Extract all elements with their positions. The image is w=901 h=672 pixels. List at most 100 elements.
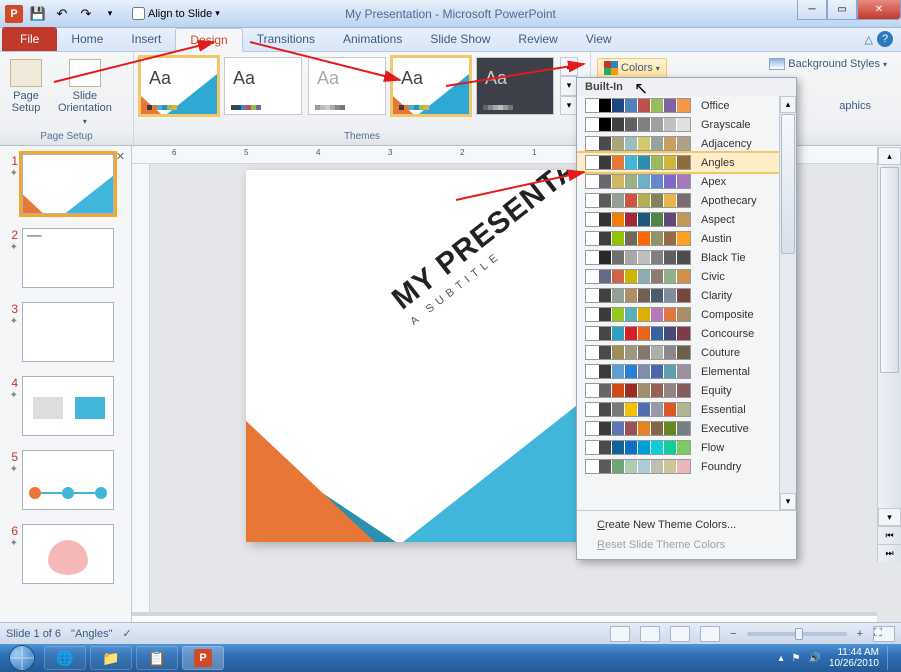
color-schemes-list: OfficeGrayscaleAdjacencyAnglesApexApothe… (577, 96, 796, 510)
zoom-in-button[interactable]: + (857, 628, 863, 640)
taskbar-app-4[interactable]: 📋 (136, 646, 178, 670)
normal-view-button[interactable] (610, 626, 630, 642)
align-checkbox-input[interactable] (132, 7, 145, 20)
color-scheme-angles[interactable]: Angles (577, 153, 796, 172)
colors-button[interactable]: Colors ▾ (597, 58, 667, 78)
animation-star-icon: ✦ (4, 464, 18, 475)
tab-insert[interactable]: Insert (117, 27, 175, 51)
redo-icon[interactable]: ↷ (76, 4, 96, 24)
start-button[interactable] (4, 644, 40, 672)
color-scheme-couture[interactable]: Couture (577, 343, 796, 362)
help-icon[interactable]: ? (877, 31, 893, 47)
color-scheme-adjacency[interactable]: Adjacency (577, 134, 796, 153)
create-new-theme-colors[interactable]: CCreate New Theme Colors...reate New The… (577, 515, 796, 535)
color-scheme-civic[interactable]: Civic (577, 267, 796, 286)
tab-view[interactable]: View (572, 27, 626, 51)
tab-transitions[interactable]: Transitions (243, 27, 329, 51)
tab-animations[interactable]: Animations (329, 27, 416, 51)
slide-thumb-image[interactable] (22, 524, 114, 584)
color-scheme-grayscale[interactable]: Grayscale (577, 115, 796, 134)
tab-slideshow[interactable]: Slide Show (416, 27, 504, 51)
slide-number: 3 (4, 302, 18, 316)
tray-show-hidden-icon[interactable]: ▴ (778, 653, 783, 664)
slide-thumb-image[interactable]: ━━━━ (22, 228, 114, 288)
colors-panel-scrollbar[interactable]: ▴ ▾ (779, 96, 796, 510)
theme-thumb-angles[interactable]: Aa (140, 57, 218, 115)
save-icon[interactable]: 💾 (28, 4, 48, 24)
color-scheme-aspect[interactable]: Aspect (577, 210, 796, 229)
maximize-button[interactable]: ▭ (827, 0, 857, 20)
next-slide-icon[interactable]: ⏭ (878, 544, 901, 562)
animation-star-icon: ✦ (4, 242, 18, 253)
colors-scroll-up-icon[interactable]: ▴ (780, 96, 796, 113)
theme-thumb-angles-hover[interactable]: Aa (392, 57, 470, 115)
tab-home[interactable]: Home (57, 27, 117, 51)
slide-thumbnail-5[interactable]: 5✦ (0, 442, 131, 516)
color-scheme-office[interactable]: Office (577, 96, 796, 115)
prev-slide-icon[interactable]: ⏮ (878, 526, 901, 544)
sorter-view-button[interactable] (640, 626, 660, 642)
theme-thumb-2[interactable]: Aa (224, 57, 302, 115)
zoom-handle[interactable] (795, 628, 803, 640)
color-scheme-equity[interactable]: Equity (577, 381, 796, 400)
slide-thumbnail-6[interactable]: 6✦ (0, 516, 131, 590)
tab-design[interactable]: Design (175, 28, 242, 52)
themes-scroll-up[interactable]: ▴ (560, 57, 578, 76)
slide-thumb-image[interactable] (22, 450, 114, 510)
color-scheme-apex[interactable]: Apex (577, 172, 796, 191)
align-to-slide-checkbox[interactable]: Align to Slide ▾ (132, 7, 220, 20)
slide-thumbnail-2[interactable]: 2✦ ━━━━ (0, 220, 131, 294)
tray-volume-icon[interactable]: 🔊 (808, 653, 820, 664)
taskbar-ie[interactable]: 🌐 (44, 646, 86, 670)
scroll-down-icon[interactable]: ▾ (878, 508, 901, 526)
ribbon-tabs: File Home Insert Design Transitions Anim… (0, 28, 901, 52)
slideshow-view-button[interactable] (700, 626, 720, 642)
fit-to-window-button[interactable]: ⛶ (873, 626, 895, 642)
close-button[interactable]: ✕ (857, 0, 901, 20)
slide-thumb-image[interactable] (22, 154, 114, 214)
reading-view-button[interactable] (670, 626, 690, 642)
color-scheme-austin[interactable]: Austin (577, 229, 796, 248)
color-scheme-elemental[interactable]: Elemental (577, 362, 796, 381)
spellcheck-icon[interactable]: ✓ (123, 627, 132, 640)
color-scheme-flow[interactable]: Flow (577, 438, 796, 457)
colors-scroll-thumb[interactable] (781, 114, 795, 254)
taskbar-powerpoint[interactable]: P (182, 646, 224, 670)
slide-orientation-button[interactable]: Slide Orientation ▾ (54, 55, 116, 126)
tray-flag-icon[interactable]: ⚑ (792, 653, 801, 664)
show-desktop-button[interactable] (887, 646, 897, 670)
color-scheme-foundry[interactable]: Foundry (577, 457, 796, 476)
undo-icon[interactable]: ↶ (52, 4, 72, 24)
slide-thumbnail-3[interactable]: 3✦ (0, 294, 131, 368)
slide-thumb-image[interactable] (22, 302, 114, 362)
qat-customize-icon[interactable]: ▾ (100, 4, 120, 24)
color-scheme-concourse[interactable]: Concourse (577, 324, 796, 343)
scroll-thumb[interactable] (880, 167, 899, 373)
background-styles-button[interactable]: Background Styles▾ (769, 58, 887, 70)
tab-file[interactable]: File (2, 27, 57, 51)
color-scheme-composite[interactable]: Composite (577, 305, 796, 324)
color-scheme-essential[interactable]: Essential (577, 400, 796, 419)
slide-number: 2 (4, 228, 18, 242)
theme-thumb-5[interactable]: Aa (476, 57, 554, 115)
zoom-out-button[interactable]: − (730, 628, 736, 640)
minimize-button[interactable]: ─ (797, 0, 827, 20)
scroll-up-icon[interactable]: ▴ (878, 147, 901, 165)
color-scheme-black-tie[interactable]: Black Tie (577, 248, 796, 267)
colors-scroll-down-icon[interactable]: ▾ (780, 493, 796, 510)
slide-thumb-image[interactable] (22, 376, 114, 436)
page-setup-button[interactable]: Page Setup (6, 55, 46, 114)
minimize-ribbon-icon[interactable]: △ (865, 33, 873, 46)
taskbar-explorer[interactable]: 📁 (90, 646, 132, 670)
color-scheme-apothecary[interactable]: Apothecary (577, 191, 796, 210)
color-scheme-clarity[interactable]: Clarity (577, 286, 796, 305)
zoom-slider[interactable] (747, 632, 847, 636)
color-scheme-executive[interactable]: Executive (577, 419, 796, 438)
tray-clock[interactable]: 11:44 AM 10/26/2010 (829, 647, 879, 669)
tab-review[interactable]: Review (504, 27, 571, 51)
slides-panel-close-icon[interactable]: ✕ (116, 150, 125, 163)
theme-thumb-3[interactable]: Aa (308, 57, 386, 115)
slide-thumbnail-1[interactable]: 1✦ (0, 146, 131, 220)
vertical-scrollbar[interactable]: ▴ ▾ ⏮ ⏭ (877, 147, 901, 562)
slide-thumbnail-4[interactable]: 4✦ (0, 368, 131, 442)
